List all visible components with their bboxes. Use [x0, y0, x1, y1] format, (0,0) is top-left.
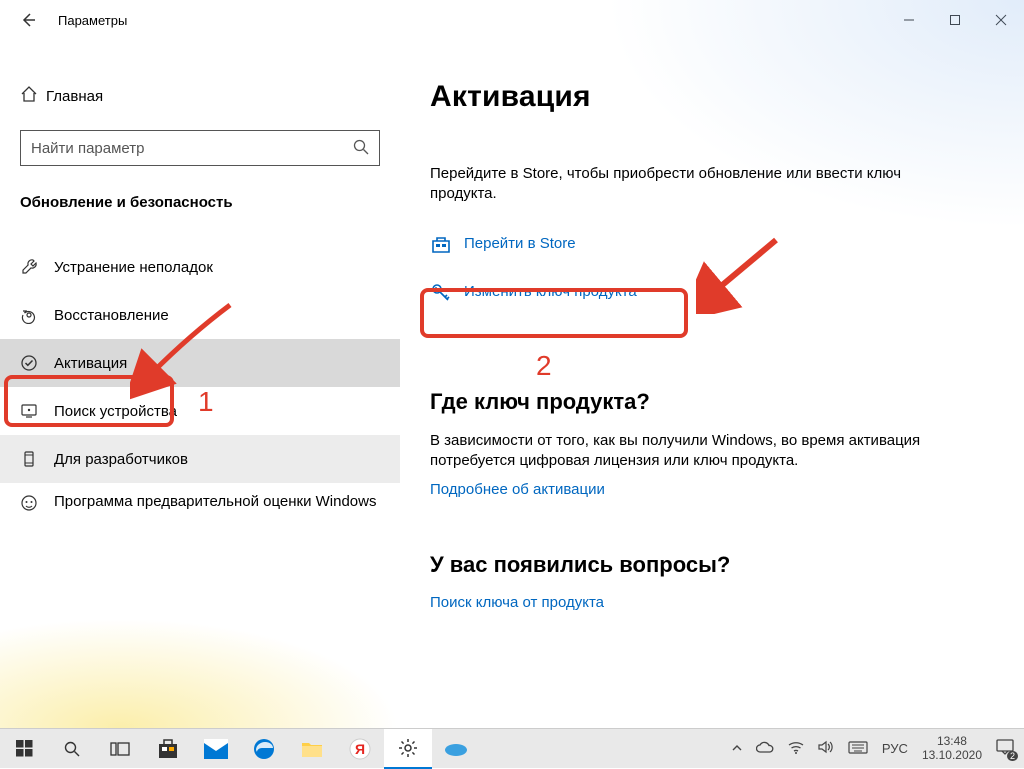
tray-notifications[interactable]: 2	[996, 739, 1014, 758]
taskbar-app-settings[interactable]	[384, 729, 432, 769]
change-product-key-link[interactable]: Изменить ключ продукта	[430, 277, 1024, 307]
yandex-icon: Я	[349, 738, 371, 760]
search-icon	[63, 740, 81, 758]
taskbar-app-explorer[interactable]	[288, 729, 336, 769]
sidebar-item-home[interactable]: Главная	[0, 74, 400, 118]
sidebar-item-troubleshoot[interactable]: Устранение неполадок	[0, 243, 400, 291]
mail-icon	[204, 739, 228, 759]
sidebar-item-label: Устранение неполадок	[54, 259, 213, 276]
tray-keyboard-icon[interactable]	[848, 741, 868, 757]
section-title: Обновление и безопасность	[20, 194, 400, 211]
cloud-app-icon	[444, 741, 468, 757]
find-device-icon	[20, 401, 54, 421]
tray-onedrive-icon[interactable]	[756, 741, 774, 756]
learn-more-activation-link[interactable]: Подробнее об активации	[430, 481, 1024, 498]
tray-time: 13:48	[922, 735, 982, 749]
sidebar-item-label: Восстановление	[54, 307, 169, 324]
taskbar-app-yandex[interactable]: Я	[336, 729, 384, 769]
sidebar-item-insider[interactable]: Программа предварительной оценки Windows	[0, 483, 400, 539]
minimize-icon	[903, 14, 915, 26]
subheading-where-key: Где ключ продукта?	[430, 389, 1024, 415]
taskview-icon	[110, 741, 130, 757]
tray-clock[interactable]: 13:48 13.10.2020	[922, 735, 982, 763]
maximize-icon	[949, 14, 961, 26]
check-circle-icon	[20, 353, 54, 373]
taskbar-taskview[interactable]	[96, 729, 144, 769]
find-product-key-link[interactable]: Поиск ключа от продукта	[430, 594, 1024, 611]
link-label: Изменить ключ продукта	[464, 283, 637, 300]
key-icon	[430, 281, 452, 303]
tray-date: 13.10.2020	[922, 749, 982, 763]
taskbar-app-generic[interactable]	[432, 729, 480, 769]
sidebar-item-recovery[interactable]: Восстановление	[0, 291, 400, 339]
edge-icon	[253, 738, 275, 760]
tray-volume-icon[interactable]	[818, 740, 834, 757]
maximize-button[interactable]	[932, 0, 978, 40]
sidebar-item-label: Программа предварительной оценки Windows	[54, 493, 377, 512]
taskbar-search[interactable]	[48, 729, 96, 769]
taskbar-app-edge[interactable]	[240, 729, 288, 769]
link-label: Перейти в Store	[464, 235, 576, 252]
settings-window: Параметры Главная Обновление и безопасно…	[0, 0, 1024, 728]
store-icon	[430, 233, 452, 255]
windows-logo-icon	[16, 740, 33, 757]
search-icon	[352, 138, 370, 156]
home-icon	[20, 85, 46, 108]
titlebar: Параметры	[0, 0, 1024, 40]
developers-icon	[20, 449, 54, 469]
recovery-icon	[20, 305, 54, 325]
gear-icon	[398, 738, 418, 758]
go-to-store-link[interactable]: Перейти в Store	[430, 229, 1024, 259]
sidebar-item-label: Активация	[54, 355, 127, 372]
taskbar: Я РУС 13:48 13.10.2020 2	[0, 728, 1024, 768]
sidebar-item-developers[interactable]: Для разработчиков	[0, 435, 400, 483]
arrow-left-icon	[20, 12, 36, 28]
sidebar-item-find-device[interactable]: Поиск устройства	[0, 387, 400, 435]
subheading-questions: У вас появились вопросы?	[430, 552, 1024, 578]
taskbar-app-store[interactable]	[144, 729, 192, 769]
start-button[interactable]	[0, 729, 48, 769]
sidebar: Главная Обновление и безопасность Устран…	[0, 40, 400, 728]
notification-badge: 2	[1007, 751, 1018, 761]
sidebar-item-label: Главная	[46, 88, 103, 105]
taskbar-app-mail[interactable]	[192, 729, 240, 769]
search-input[interactable]	[20, 130, 380, 166]
sidebar-item-activation[interactable]: Активация	[0, 339, 400, 387]
tray-wifi-icon[interactable]	[788, 741, 804, 757]
close-icon	[995, 14, 1007, 26]
page-heading: Активация	[430, 80, 1024, 114]
content-pane: Активация Перейдите в Store, чтобы приоб…	[400, 40, 1024, 728]
intro-text: Перейдите в Store, чтобы приобрести обно…	[430, 164, 970, 205]
svg-text:Я: Я	[355, 741, 365, 757]
system-tray: РУС 13:48 13.10.2020 2	[726, 735, 1024, 763]
store-app-icon	[157, 738, 179, 760]
sidebar-item-label: Для разработчиков	[54, 451, 188, 468]
tray-chevron-up-icon[interactable]	[732, 741, 742, 756]
folder-icon	[301, 740, 323, 758]
subtext: В зависимости от того, как вы получили W…	[430, 431, 970, 472]
tray-language[interactable]: РУС	[882, 741, 908, 756]
wrench-icon	[20, 257, 54, 277]
back-button[interactable]	[8, 0, 48, 40]
minimize-button[interactable]	[886, 0, 932, 40]
sidebar-item-label: Поиск устройства	[54, 403, 177, 420]
window-title: Параметры	[58, 13, 127, 28]
insider-icon	[20, 493, 54, 513]
close-button[interactable]	[978, 0, 1024, 40]
